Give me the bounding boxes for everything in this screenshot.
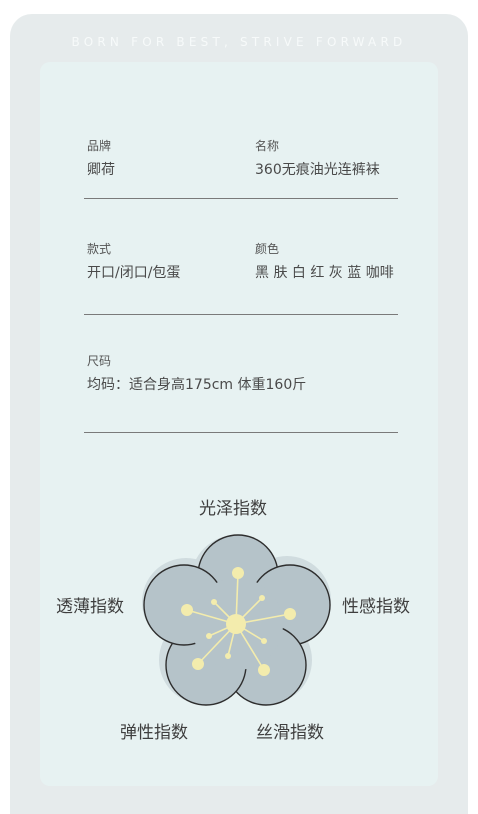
elastic-index-label: 弹性指数 — [120, 723, 188, 743]
smooth-index-label: 丝滑指数 — [256, 723, 324, 743]
gloss-index-label: 光泽指数 — [199, 499, 267, 519]
sexy-index-label: 性感指数 — [342, 597, 410, 617]
plum-blossom-illustration — [142, 534, 331, 706]
sheer-index-label: 透薄指数 — [56, 597, 124, 617]
